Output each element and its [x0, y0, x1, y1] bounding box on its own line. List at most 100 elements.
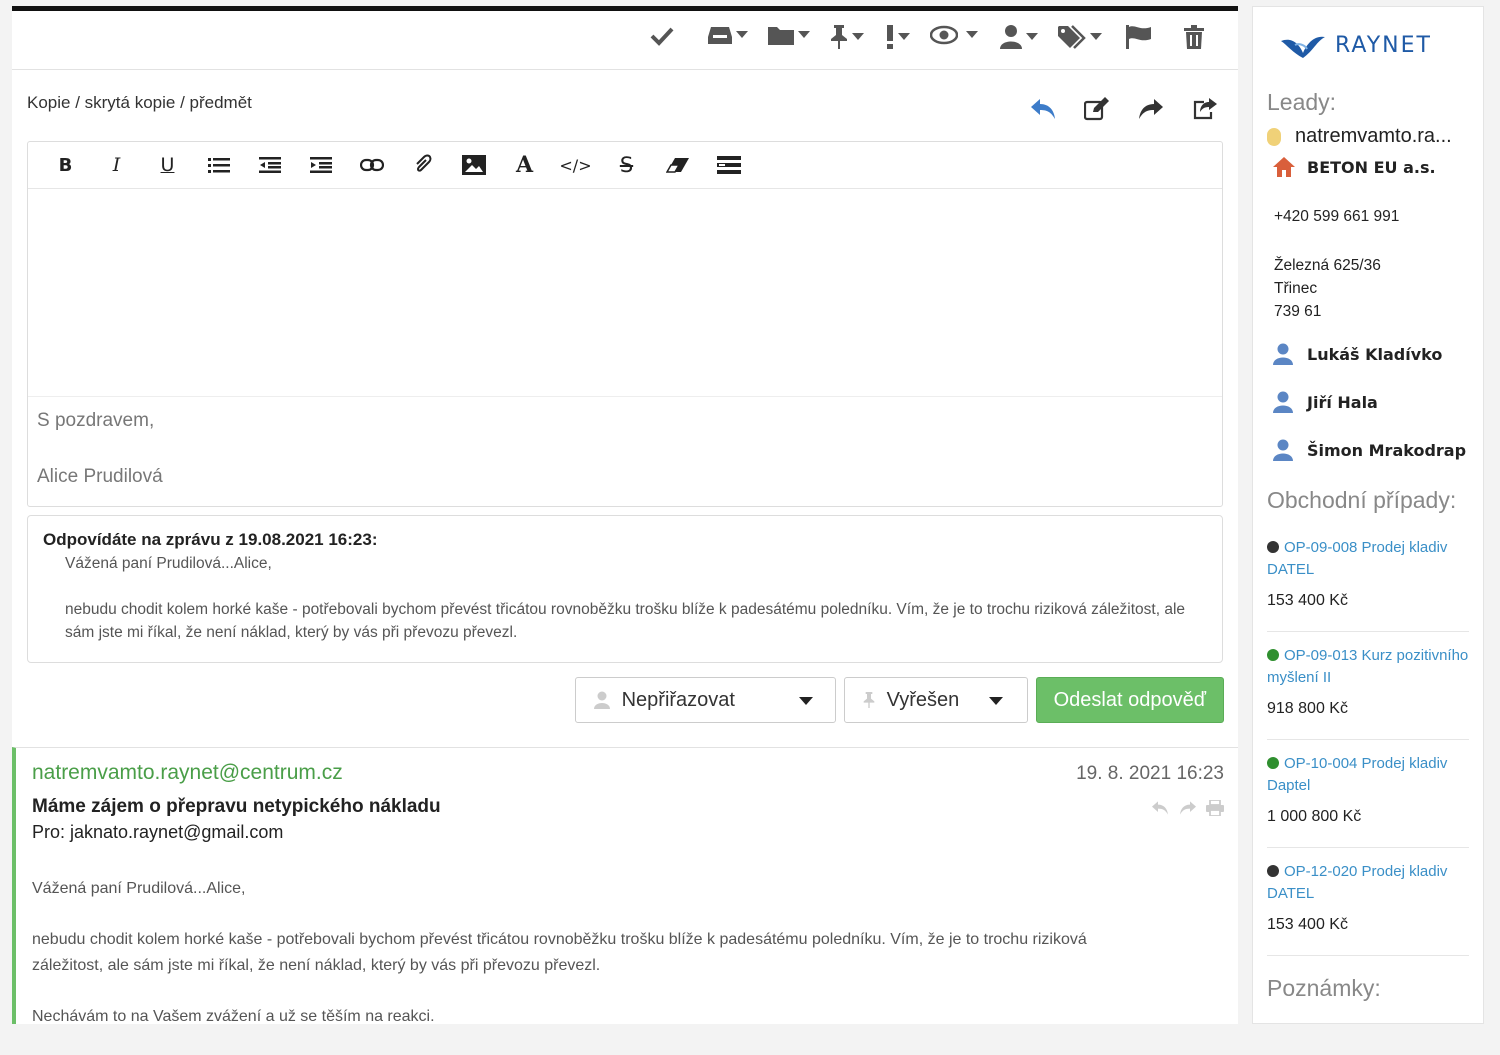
code-button[interactable]: </>	[550, 142, 601, 188]
house-icon	[1273, 157, 1295, 177]
company-link[interactable]: BETON EU a.s.	[1273, 157, 1436, 177]
person-name: Lukáš Kladívko	[1307, 344, 1443, 364]
deal-link[interactable]: OP-09-013 Kurz pozitivního myšlení II	[1267, 647, 1468, 686]
check-icon	[650, 27, 674, 46]
editor-body[interactable]	[28, 189, 1222, 394]
deal-link[interactable]: OP-12-020 Prodej kladiv DATEL	[1267, 863, 1447, 902]
priority-button[interactable]	[886, 25, 910, 49]
trash-icon	[1184, 25, 1204, 49]
bold-button[interactable]: B	[40, 142, 91, 188]
inbox-button[interactable]	[708, 25, 748, 45]
deals-title: Obchodní případy:	[1267, 487, 1457, 513]
font-button[interactable]: A	[499, 142, 550, 188]
message-recipient: Pro: jaknato.raynet@gmail.com	[32, 822, 284, 842]
clear-format-button[interactable]	[652, 142, 703, 188]
deal-link[interactable]: OP-09-008 Prodej kladiv DATEL	[1267, 539, 1447, 578]
message-greeting: Vážená paní Prudilová...Alice,	[32, 880, 246, 897]
folder-button[interactable]	[768, 25, 810, 45]
lead-email: natremvamto.ra...	[1295, 125, 1452, 147]
caret-down-icon	[988, 697, 1003, 705]
font-icon: A	[515, 152, 534, 178]
deal-status-icon	[1267, 865, 1279, 877]
reply-actions	[1030, 97, 1218, 123]
image-button[interactable]	[448, 142, 499, 188]
recipients-toggle[interactable]: Kopie / skrytá kopie / předmět	[27, 93, 252, 113]
caret-down-icon	[736, 31, 748, 38]
strikethrough-button[interactable]: S	[601, 142, 652, 188]
rich-text-editor: B I U A </> S S pozdravem, Alice Prudilo…	[27, 141, 1223, 507]
deal-item: OP-09-013 Kurz pozitivního myšlení II 91…	[1267, 645, 1469, 720]
divider	[1267, 847, 1469, 848]
mark-done-button[interactable]	[650, 25, 674, 47]
phone-number[interactable]: +420 599 661 991	[1274, 205, 1399, 228]
outdent-icon	[258, 157, 281, 173]
reply-icon[interactable]	[1150, 800, 1170, 816]
italic-button[interactable]: I	[91, 142, 142, 188]
indent-button[interactable]	[295, 142, 346, 188]
leads-title: Leady:	[1267, 89, 1337, 115]
delete-button[interactable]	[1184, 25, 1204, 49]
user-icon	[593, 691, 610, 709]
reply-buttons: Nepřiřazovat Vyřešen Odeslat odpověď	[574, 677, 1224, 723]
caret-down-icon	[852, 33, 864, 40]
assign-user-button[interactable]	[1000, 25, 1038, 49]
forward-icon[interactable]	[1178, 800, 1198, 816]
flag-button[interactable]	[1126, 25, 1152, 49]
deal-status-icon	[1267, 649, 1279, 661]
message-toolbar	[12, 11, 1238, 70]
status-select-value: Vyřešen	[886, 688, 960, 711]
read-status-button[interactable]	[930, 25, 978, 45]
print-icon[interactable]	[1206, 800, 1224, 816]
contact-person[interactable]: Šimon Mrakodrap	[1273, 439, 1466, 461]
main-panel: Kopie / skrytá kopie / předmět B I U A <…	[12, 6, 1238, 1025]
share-button[interactable]	[1192, 97, 1218, 123]
signature-line: S pozdravem,	[37, 410, 155, 431]
deal-price: 1 000 800 Kč	[1267, 808, 1362, 825]
editor-toolbar: B I U A </> S	[28, 142, 1222, 189]
message-date: 19. 8. 2021 16:23	[1076, 763, 1224, 784]
template-button[interactable]	[703, 142, 754, 188]
edit-button[interactable]	[1083, 97, 1110, 123]
message-sender[interactable]: natremvamto.raynet@centrum.cz	[32, 761, 343, 785]
eraser-icon	[665, 158, 689, 173]
assign-select-value: Nepřiřazovat	[621, 688, 735, 711]
message-text: nebudu chodit kolem horké kaše - potřebo…	[32, 931, 1087, 974]
deal-link[interactable]: OP-10-004 Prodej kladiv Daptel	[1267, 755, 1447, 794]
divider	[1267, 739, 1469, 740]
send-reply-button[interactable]: Odeslat odpověď	[1035, 677, 1224, 723]
caret-down-icon	[966, 31, 978, 38]
attach-button[interactable]	[397, 142, 448, 188]
forward-button[interactable]	[1138, 97, 1164, 123]
crm-sidebar: RAYNET Leady: natremvamto.ra... BETON EU…	[1252, 6, 1484, 1024]
forward-icon	[1139, 99, 1163, 119]
reply-icon	[1031, 99, 1055, 119]
contact-person[interactable]: Lukáš Kladívko	[1273, 343, 1442, 365]
notes-title: Poznámky:	[1267, 975, 1381, 1001]
pin-button[interactable]	[830, 25, 864, 49]
raynet-logo: RAYNET	[1281, 31, 1432, 59]
compose-header: Kopie / skrytá kopie / předmět	[12, 71, 1238, 141]
link-button[interactable]	[346, 142, 397, 188]
address: Železná 625/36 Třinec 739 61	[1274, 254, 1381, 323]
share-icon	[1193, 98, 1217, 120]
template-icon	[716, 156, 741, 174]
lead-item[interactable]: natremvamto.ra...	[1267, 125, 1452, 148]
underline-icon: U	[160, 154, 175, 176]
message-subject: Máme zájem o přepravu netypického náklad…	[32, 796, 441, 817]
status-select[interactable]: Vyřešen	[843, 677, 1028, 723]
outdent-button[interactable]	[244, 142, 295, 188]
deal-item: OP-10-004 Prodej kladiv Daptel 1 000 800…	[1267, 753, 1469, 828]
person-name: Šimon Mrakodrap	[1307, 440, 1467, 460]
signature[interactable]: S pozdravem, Alice Prudilová	[28, 396, 1222, 506]
assign-select[interactable]: Nepřiřazovat	[574, 677, 836, 723]
underline-button[interactable]: U	[142, 142, 193, 188]
user-icon	[1000, 25, 1022, 49]
quote-body: Vážená paní Prudilová...Alice, nebudu ch…	[43, 552, 1207, 644]
reply-button[interactable]	[1030, 97, 1056, 123]
tags-button[interactable]	[1058, 25, 1102, 49]
bullet-list-button[interactable]	[193, 142, 244, 188]
address-street: Železná 625/36	[1274, 257, 1381, 274]
person-icon	[1273, 343, 1293, 365]
contact-person[interactable]: Jiří Hala	[1273, 391, 1378, 413]
tags-icon	[1058, 25, 1086, 49]
